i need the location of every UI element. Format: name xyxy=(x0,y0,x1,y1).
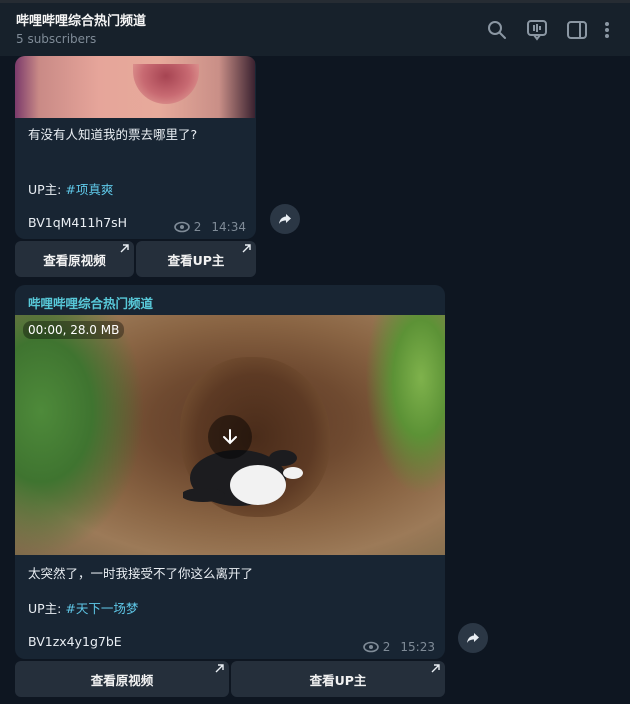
message-bubble: 有没有人知道我的票去哪里了? UP主: #项真爽 BV1qM411h7sH 2 … xyxy=(15,56,256,239)
message-list[interactable]: 有没有人知道我的票去哪里了? UP主: #项真爽 BV1qM411h7sH 2 … xyxy=(0,56,630,704)
message-time: 15:23 xyxy=(400,640,435,654)
view-original-video-button[interactable]: 查看原视频 xyxy=(15,661,229,697)
button-label: 查看UP主 xyxy=(167,252,225,268)
forward-icon xyxy=(467,633,479,643)
message-meta: 2 14:34 xyxy=(173,220,246,234)
uploader-line: UP主: #天下一场梦 xyxy=(28,598,138,617)
uploader-label: UP主: xyxy=(28,182,66,197)
thumbnail-detail xyxy=(365,315,445,495)
subscriber-count: 5 subscribers xyxy=(16,32,97,46)
view-count: 2 xyxy=(193,220,202,234)
button-label: 查看原视频 xyxy=(43,252,106,268)
uploader-label: UP主: xyxy=(28,601,66,616)
button-label: 查看UP主 xyxy=(309,672,367,688)
media-info: 00:00, 28.0 MB xyxy=(23,321,125,339)
sender-name[interactable]: 哔哩哔哩综合热门频道 xyxy=(28,293,153,312)
uploader-line: UP主: #项真爽 xyxy=(28,179,113,198)
view-count: 2 xyxy=(382,640,391,654)
download-button[interactable] xyxy=(208,415,252,459)
external-link-icon xyxy=(242,244,251,253)
more-icon[interactable] xyxy=(601,19,613,41)
view-uploader-button[interactable]: 查看UP主 xyxy=(231,661,445,697)
forward-button[interactable] xyxy=(458,623,488,653)
external-link-icon xyxy=(215,664,224,673)
message-caption: 有没有人知道我的票去哪里了? xyxy=(28,127,198,142)
view-uploader-button[interactable]: 查看UP主 xyxy=(136,241,256,277)
external-link-icon xyxy=(120,244,129,253)
view-original-video-button[interactable]: 查看原视频 xyxy=(15,241,134,277)
live-chat-icon[interactable] xyxy=(526,19,548,41)
video-thumbnail[interactable]: 00:00, 28.0 MB xyxy=(15,315,445,555)
uploader-hashtag[interactable]: #天下一场梦 xyxy=(65,601,138,616)
download-icon xyxy=(223,429,237,445)
telegram-window: 哔哩哔哩综合热门频道 5 subscribers 有没有人知道我的票去哪里了? … xyxy=(0,0,630,704)
uploader-hashtag[interactable]: #项真爽 xyxy=(65,182,113,197)
message-caption: 太突然了，一时我接受不了你这么离开了 xyxy=(28,566,254,581)
message-time: 14:34 xyxy=(211,220,246,234)
button-label: 查看原视频 xyxy=(90,672,154,688)
bv-id: BV1qM411h7sH xyxy=(28,215,128,230)
channel-title[interactable]: 哔哩哔哩综合热门频道 xyxy=(16,10,146,29)
search-icon[interactable] xyxy=(486,19,508,41)
thumbnail-detail xyxy=(15,315,145,555)
sidebar-toggle-icon[interactable] xyxy=(566,19,588,41)
forward-icon xyxy=(279,214,291,224)
forward-button[interactable] xyxy=(270,204,300,234)
message-meta: 2 15:23 xyxy=(362,640,435,654)
eye-icon xyxy=(173,221,190,233)
video-thumbnail[interactable] xyxy=(15,56,255,118)
bv-id: BV1zx4y1g7bE xyxy=(28,634,122,649)
chat-header: 哔哩哔哩综合热门频道 5 subscribers xyxy=(0,0,630,56)
eye-icon xyxy=(362,641,379,653)
external-link-icon xyxy=(431,664,440,673)
message-bubble: 哔哩哔哩综合热门频道 00:00, 28.0 MB 太突然了，一时我接受不了你这… xyxy=(15,285,445,659)
thumbnail-detail xyxy=(133,64,199,104)
